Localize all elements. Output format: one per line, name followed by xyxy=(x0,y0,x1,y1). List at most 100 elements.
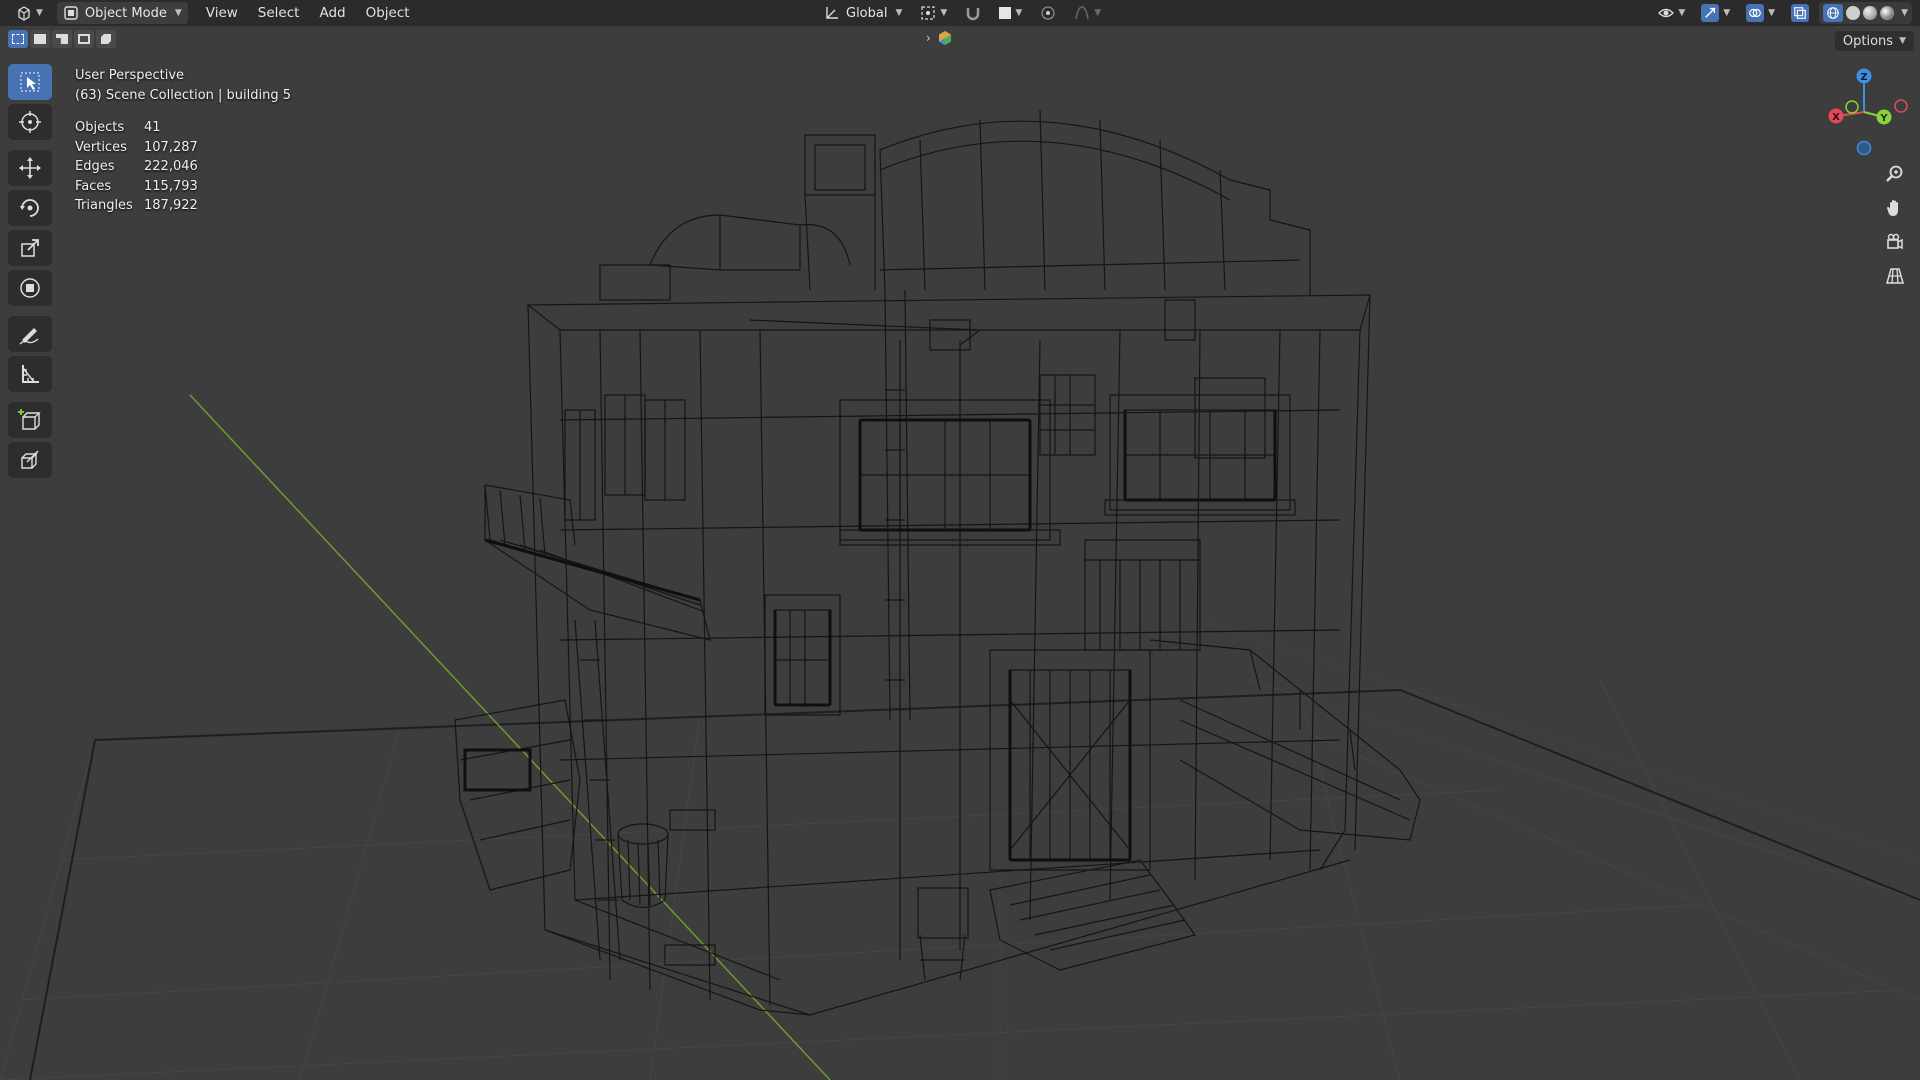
stat-label: Triangles xyxy=(75,198,133,213)
shading-mode-group: ▼ xyxy=(1819,2,1912,24)
stat-row: Faces 115,793 xyxy=(75,177,291,197)
stat-value: 222,046 xyxy=(144,159,198,174)
falloff-dropdown[interactable]: ▼ xyxy=(1068,2,1107,24)
stat-value: 107,287 xyxy=(144,139,198,155)
gizmo-toggle[interactable]: ▼ xyxy=(1695,2,1736,24)
stat-row: Objects 41 xyxy=(75,118,291,138)
building-wireframe xyxy=(454,109,1421,1016)
floor-outline xyxy=(29,688,1920,1080)
editor-type-icon xyxy=(18,6,30,21)
pivot-dropdown[interactable]: ▼ xyxy=(914,2,953,24)
options-dropdown[interactable]: Options ▼ xyxy=(1834,31,1914,51)
shading-controls: ▼ ▼ ▼ ▼ xyxy=(1652,2,1912,24)
magnet-icon xyxy=(967,8,980,21)
chevron-down-icon: ▼ xyxy=(36,8,43,18)
scale-tool[interactable] xyxy=(8,230,52,266)
x-axis-label: X xyxy=(1832,112,1840,123)
solid-shading-button[interactable] xyxy=(1846,6,1861,20)
y-axis-label: Y xyxy=(1879,113,1888,124)
chevron-down-icon: ▼ xyxy=(1768,8,1776,18)
move-arrows-icon xyxy=(19,157,41,179)
scene-icon xyxy=(938,31,951,45)
pan-button[interactable] xyxy=(1880,194,1910,222)
select-invert-button[interactable] xyxy=(74,30,94,48)
falloff-curve-icon xyxy=(1075,6,1089,20)
overlays-toggle[interactable]: ▼ xyxy=(1740,2,1781,24)
chevron-down-icon[interactable]: ▼ xyxy=(1901,8,1908,18)
editor-type-dropdown[interactable]: ▼ xyxy=(10,2,49,24)
camera-icon xyxy=(1887,233,1903,250)
orientation-dropdown[interactable]: Global ▼ xyxy=(818,2,908,24)
xray-toggle[interactable] xyxy=(1785,2,1815,24)
snap-toggle[interactable] xyxy=(959,2,987,24)
chevron-right-icon: › xyxy=(926,31,931,45)
menu-add[interactable]: Add xyxy=(309,5,355,21)
cursor-arrow-icon xyxy=(20,72,40,92)
rendered-shading-button[interactable] xyxy=(1880,6,1895,20)
menu-object[interactable]: Object xyxy=(356,5,420,21)
select-subtract-button[interactable] xyxy=(52,30,72,48)
material-shading-button[interactable] xyxy=(1863,6,1878,20)
neg-x-axis-handle[interactable] xyxy=(1894,99,1908,113)
collection-info: (63) Scene Collection | building 5 xyxy=(75,88,292,103)
zoom-icon xyxy=(1886,165,1903,182)
menu-select[interactable]: Select xyxy=(248,5,310,21)
zoom-button[interactable] xyxy=(1880,160,1910,188)
move-tool[interactable] xyxy=(8,150,52,186)
neg-z-axis-handle[interactable] xyxy=(1856,140,1872,156)
overlays-icon xyxy=(1746,4,1765,22)
neg-y-axis-handle[interactable] xyxy=(1845,100,1859,114)
stat-value: 115,793 xyxy=(144,178,198,194)
visibility-dropdown[interactable]: ▼ xyxy=(1652,2,1691,24)
chevron-down-icon: ▼ xyxy=(174,8,182,18)
stat-label: Vertices xyxy=(75,139,127,155)
proportional-edit-toggle[interactable] xyxy=(1034,2,1062,24)
extrude-icon xyxy=(21,450,39,469)
pivot-icon xyxy=(921,6,936,20)
transform-tools: Global ▼ ▼ ▼ ▼ xyxy=(818,2,1107,24)
stat-row: Edges 222,046 xyxy=(75,157,291,177)
perspective-toggle-button[interactable] xyxy=(1880,262,1910,290)
orientation-icon xyxy=(826,7,838,19)
tool-shelf xyxy=(8,64,54,478)
stat-label: Objects xyxy=(75,120,125,135)
select-intersect-button[interactable] xyxy=(96,30,116,48)
wireframe-shading-button[interactable] xyxy=(1823,4,1844,22)
stat-value: 187,922 xyxy=(144,198,198,213)
select-intersect-icon xyxy=(101,34,111,44)
chevron-down-icon: ▼ xyxy=(1015,8,1023,18)
snap-target-dropdown[interactable]: ▼ xyxy=(993,2,1028,24)
select-extend-icon xyxy=(34,34,46,44)
annotate-tool[interactable] xyxy=(8,316,52,352)
select-extend-button[interactable] xyxy=(30,30,50,48)
select-new-button[interactable] xyxy=(8,30,28,48)
viewport-header: ▼ Object Mode ▼ View Select Add Object G… xyxy=(0,0,1920,26)
chevron-down-icon: ▼ xyxy=(1723,8,1731,18)
cursor-tool[interactable] xyxy=(8,104,52,140)
mode-dropdown[interactable]: Object Mode ▼ xyxy=(56,2,188,24)
camera-view-button[interactable] xyxy=(1880,228,1910,256)
rotate-tool[interactable] xyxy=(8,190,52,226)
menu-view[interactable]: View xyxy=(196,5,248,21)
pencil-icon xyxy=(19,328,39,345)
add-cube-tool[interactable] xyxy=(8,402,52,438)
extrude-tool[interactable] xyxy=(8,442,52,478)
select-new-icon xyxy=(12,34,24,44)
header-collapse-toggle[interactable]: › xyxy=(926,30,953,46)
add-cube-icon xyxy=(18,409,41,430)
ruler-icon xyxy=(22,365,39,383)
measure-tool[interactable] xyxy=(8,356,52,392)
stat-row: Triangles 187,922 xyxy=(75,196,291,216)
dense-wire-accents xyxy=(463,410,1277,862)
select-box-tool[interactable] xyxy=(8,64,52,100)
cursor-crosshair-icon xyxy=(19,111,41,133)
hand-icon xyxy=(1887,200,1898,216)
orientation-label: Global xyxy=(846,5,888,21)
eye-icon xyxy=(1658,8,1675,18)
transform-tool[interactable] xyxy=(8,270,52,306)
navigation-gizmo[interactable]: Z X Y xyxy=(1816,60,1916,160)
y-axis-line xyxy=(189,394,831,1080)
select-invert-icon xyxy=(78,34,90,44)
chevron-down-icon: ▼ xyxy=(1678,8,1686,18)
stat-label: Faces xyxy=(75,178,112,194)
